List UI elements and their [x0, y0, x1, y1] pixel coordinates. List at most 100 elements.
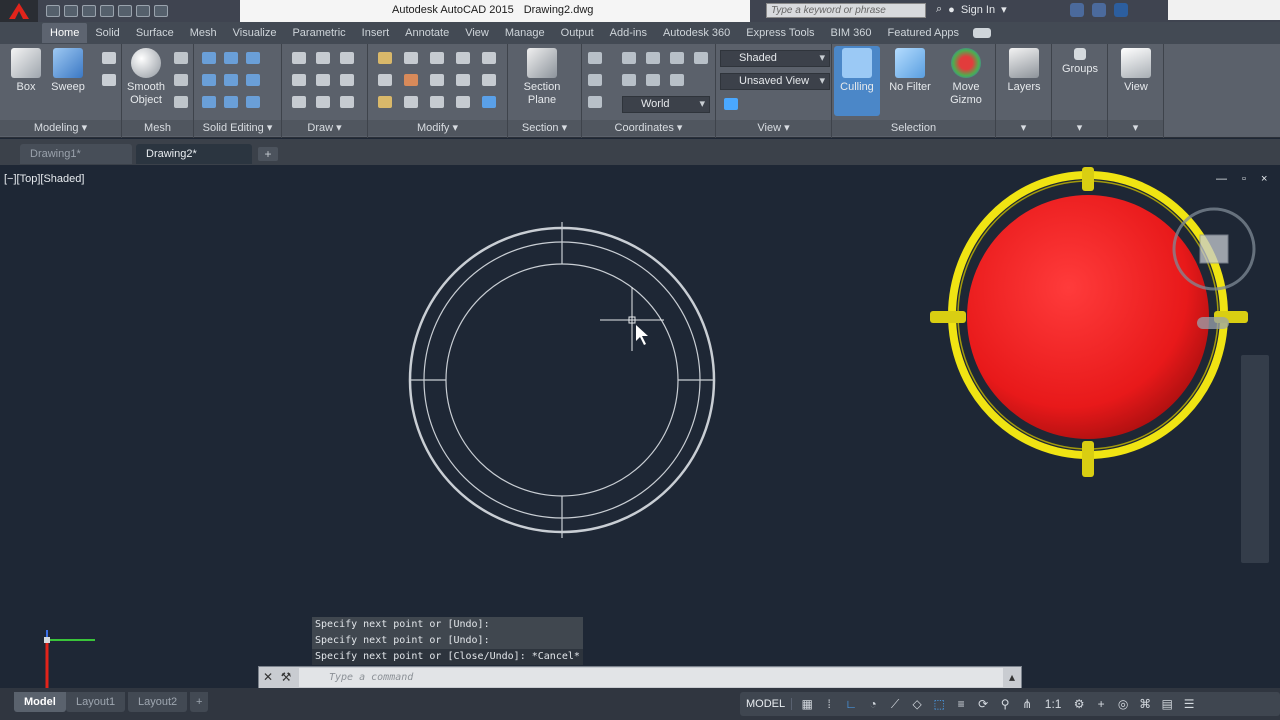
drawing-canvas[interactable] — [0, 165, 1280, 688]
hardware-acceleration-icon[interactable]: ⌘ — [1138, 697, 1152, 711]
doc-tab-drawing2[interactable]: Drawing2* — [136, 144, 252, 164]
viewcube-face[interactable] — [1199, 234, 1229, 264]
window-controls[interactable] — [1168, 0, 1280, 20]
drawing-viewport[interactable]: [−][Top][Shaded] — ▫ × — [0, 165, 1280, 688]
extract-edges-icon[interactable] — [202, 96, 216, 108]
mesh-crease-icon[interactable] — [174, 96, 188, 108]
mesh-refine-icon[interactable] — [174, 74, 188, 86]
panel-title-modeling[interactable]: Modeling ▾ — [0, 120, 121, 136]
gizmo-grip-bottom[interactable] — [1082, 441, 1094, 477]
spline-icon[interactable] — [292, 74, 306, 86]
ucs-origin-icon[interactable] — [588, 74, 602, 86]
presspull-icon[interactable] — [102, 74, 116, 86]
slice-icon[interactable] — [224, 74, 238, 86]
layout-tab-layout1[interactable]: Layout1 — [66, 692, 126, 712]
ortho-icon[interactable]: ∟ — [844, 697, 858, 711]
application-menu-button[interactable] — [0, 0, 38, 22]
move-gizmo-button[interactable]: Move Gizmo — [940, 48, 992, 107]
panel-title-solid-editing[interactable]: Solid Editing ▾ — [194, 120, 281, 136]
ucs-view-icon[interactable] — [622, 74, 636, 86]
viewport-controls-label[interactable]: [−][Top][Shaded] — [4, 173, 84, 185]
isodraft-icon[interactable]: ⟋ — [888, 697, 902, 711]
stretch-icon[interactable] — [378, 96, 392, 108]
union-icon[interactable] — [202, 52, 216, 64]
viewport-window-controls[interactable]: — ▫ × — [1216, 173, 1273, 185]
view-button[interactable]: View — [1110, 48, 1162, 94]
layers-expand-button[interactable]: ▾ — [996, 120, 1051, 136]
tab-output[interactable]: Output — [553, 23, 602, 43]
scale-icon[interactable] — [430, 74, 444, 86]
doc-tab-drawing1[interactable]: Drawing1* — [20, 144, 132, 164]
fillet-icon[interactable] — [456, 52, 470, 64]
plus-icon[interactable]: + — [1094, 697, 1108, 711]
tab-visualize[interactable]: Visualize — [225, 23, 285, 43]
tab-solid[interactable]: Solid — [87, 23, 127, 43]
new-tab-button[interactable]: + — [258, 147, 278, 161]
annotation-visibility-icon[interactable]: ⚲ — [998, 697, 1012, 711]
polyline-icon[interactable] — [316, 52, 330, 64]
visual-style-dropdown[interactable]: Shaded — [720, 50, 830, 67]
ucs-face-icon[interactable] — [670, 74, 684, 86]
ribbon-minimize-button[interactable] — [973, 28, 992, 38]
ellipse-icon[interactable] — [340, 96, 354, 108]
clean-screen-icon[interactable]: ▤ — [1160, 697, 1174, 711]
explode-icon[interactable] — [482, 74, 496, 86]
gear-icon[interactable]: ⚙ — [1072, 697, 1086, 711]
add-layout-button[interactable]: + — [190, 692, 209, 712]
layout-tab-layout2[interactable]: Layout2 — [128, 692, 188, 712]
align-icon[interactable] — [430, 96, 444, 108]
wcs-menu-button[interactable] — [1197, 317, 1229, 329]
array-icon[interactable] — [482, 52, 496, 64]
model-space-button[interactable]: MODEL — [746, 698, 793, 710]
gizmo-grip-top[interactable] — [1082, 167, 1094, 191]
tab-bim-360[interactable]: BIM 360 — [823, 23, 880, 43]
interfere-icon[interactable] — [202, 74, 216, 86]
groups-expand-button[interactable]: ▾ — [1052, 120, 1107, 136]
tab-parametric[interactable]: Parametric — [284, 23, 353, 43]
culling-button[interactable]: Culling — [834, 46, 880, 116]
rotate-icon[interactable] — [404, 52, 418, 64]
print-icon[interactable] — [118, 5, 132, 17]
exchange-icon[interactable] — [1070, 3, 1084, 17]
move-icon[interactable] — [378, 52, 392, 64]
trim-icon[interactable] — [430, 52, 444, 64]
close-icon[interactable]: ✕ — [259, 667, 277, 688]
save-as-icon[interactable] — [100, 5, 114, 17]
open-icon[interactable] — [64, 5, 78, 17]
annotation-scale-icon[interactable]: ⋔ — [1020, 697, 1034, 711]
gizmo-grip-left[interactable] — [930, 311, 966, 323]
sign-in-button[interactable]: ⌕ ● Sign In ▾ — [936, 3, 1007, 16]
outer-circle[interactable] — [408, 226, 716, 534]
chevron-up-icon[interactable]: ▴ — [1003, 667, 1021, 688]
extrude-icon[interactable] — [102, 52, 116, 64]
undo-icon[interactable] — [136, 5, 150, 17]
no-filter-button[interactable]: No Filter — [884, 48, 936, 94]
rectangle-icon[interactable] — [316, 96, 330, 108]
dynamic-ucs-icon[interactable]: ⬚ — [932, 697, 946, 711]
saved-view-dropdown[interactable]: Unsaved View — [720, 73, 830, 90]
tab-insert[interactable]: Insert — [354, 23, 398, 43]
tab-add-ins[interactable]: Add-ins — [602, 23, 655, 43]
panel-title-draw[interactable]: Draw ▾ — [282, 120, 367, 136]
save-icon[interactable] — [82, 5, 96, 17]
tab-mesh[interactable]: Mesh — [182, 23, 225, 43]
search-input[interactable]: Type a keyword or phrase — [766, 3, 926, 18]
tab-autodesk-360[interactable]: Autodesk 360 — [655, 23, 738, 43]
thicken-icon[interactable] — [246, 74, 260, 86]
join-icon[interactable] — [456, 96, 470, 108]
redo-icon[interactable] — [154, 5, 168, 17]
mesh-smooth-icon[interactable] — [174, 52, 188, 64]
help-icon[interactable] — [1114, 3, 1128, 17]
intersect-icon[interactable] — [246, 52, 260, 64]
tab-featured-apps[interactable]: Featured Apps — [880, 23, 968, 43]
panel-title-coordinates[interactable]: Coordinates ▾ — [582, 120, 715, 136]
selection-cycling-icon[interactable]: ⟳ — [976, 697, 990, 711]
customization-icon[interactable]: ☰ — [1182, 697, 1196, 711]
arc-icon[interactable] — [340, 52, 354, 64]
sweep-button[interactable]: Sweep — [42, 48, 94, 94]
subtract-icon[interactable] — [224, 52, 238, 64]
snap-icon[interactable]: ⁞ — [822, 697, 836, 711]
a360-icon[interactable] — [1092, 3, 1106, 17]
mirror-icon[interactable] — [404, 74, 418, 86]
command-input[interactable]: Type a command — [299, 668, 1003, 687]
